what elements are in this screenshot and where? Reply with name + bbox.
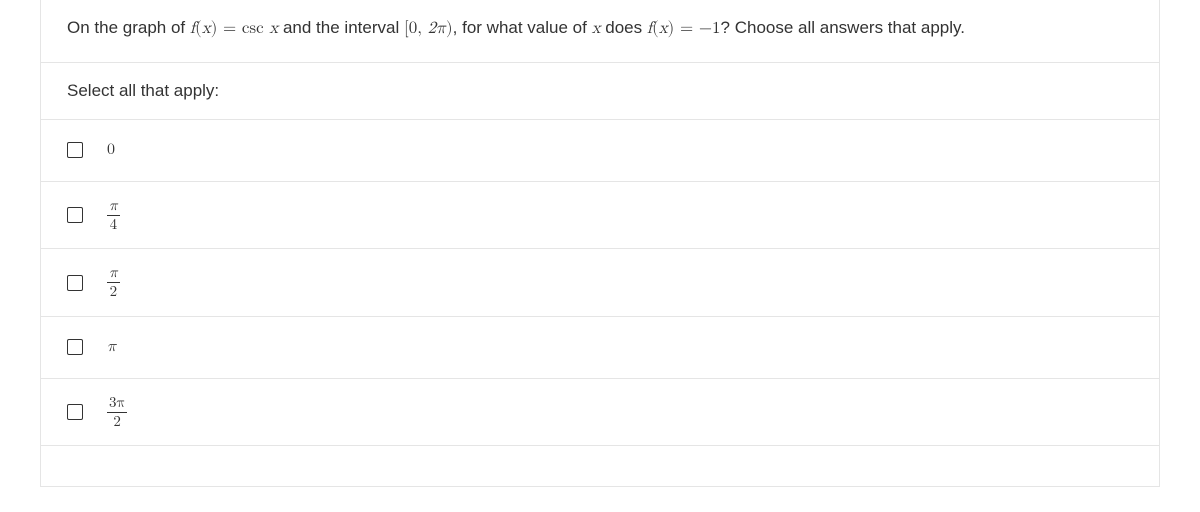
math-equals: = — [217, 20, 242, 37]
option-label: 0 — [107, 141, 115, 160]
math-csc: csc — [242, 20, 264, 37]
checkbox[interactable] — [67, 339, 83, 355]
checkbox[interactable] — [67, 275, 83, 291]
math-x: x — [592, 20, 601, 37]
option-row[interactable]: π 4 — [41, 182, 1159, 250]
checkbox[interactable] — [67, 142, 83, 158]
option-row[interactable]: π 2 — [41, 249, 1159, 317]
question-fragment: and the interval — [278, 18, 404, 37]
fraction-denominator: 4 — [107, 216, 120, 233]
math-two-pi: 2π — [428, 20, 446, 37]
fraction: π 2 — [107, 265, 120, 300]
question-text: On the graph of f(x) = csc x and the int… — [41, 0, 1159, 63]
math-x: x — [264, 20, 279, 37]
select-prompt: Select all that apply: — [41, 63, 1159, 120]
question-fragment: , for what value of — [453, 18, 592, 37]
math-x: x — [659, 20, 668, 37]
option-row[interactable]: 0 — [41, 120, 1159, 182]
math-paren: ) — [446, 20, 453, 37]
math-paren: ( — [195, 20, 202, 37]
math-paren: ( — [652, 20, 659, 37]
math-comma: , — [417, 20, 427, 37]
checkbox[interactable] — [67, 404, 83, 420]
math-neg-one: −1 — [699, 20, 721, 37]
fraction-numerator: π — [107, 198, 120, 216]
question-container: On the graph of f(x) = csc x and the int… — [40, 0, 1160, 487]
math-equals: = — [674, 20, 699, 37]
option-row[interactable]: π — [41, 317, 1159, 379]
question-fragment: On the graph of — [67, 18, 190, 37]
fraction: 3π 2 — [107, 395, 127, 430]
fraction: π 4 — [107, 198, 120, 233]
fraction-numerator: 3π — [107, 395, 127, 413]
checkbox[interactable] — [67, 207, 83, 223]
fraction-denominator: 2 — [107, 413, 127, 430]
fraction-denominator: 2 — [107, 283, 120, 300]
option-label: π — [107, 338, 116, 357]
math-zero: 0 — [409, 20, 418, 37]
option-label: π 2 — [107, 265, 120, 300]
question-fragment: does — [601, 18, 647, 37]
spacer-row — [41, 446, 1159, 486]
option-label: 3π 2 — [107, 395, 127, 430]
option-label: π 4 — [107, 198, 120, 233]
math-x: x — [202, 20, 211, 37]
option-row[interactable]: 3π 2 — [41, 379, 1159, 447]
question-fragment: ? Choose all answers that apply. — [721, 18, 965, 37]
fraction-numerator: π — [107, 265, 120, 283]
